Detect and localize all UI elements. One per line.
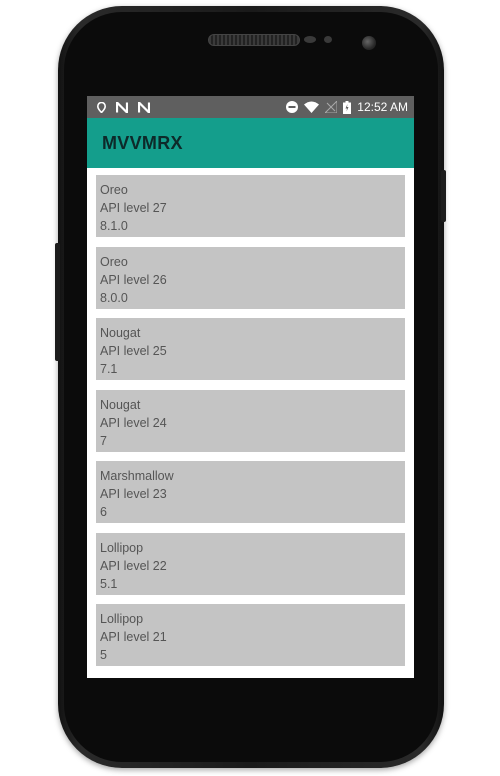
version-name: Nougat [100,326,141,340]
list-item[interactable]: Nougat API level 25 7.1 [96,318,405,380]
proximity-sensor [304,36,316,43]
version-number: 8.1.0 [100,219,128,233]
screen: 12:52 AM MVVMRX Oreo API level 27 8.1.0 … [87,96,414,678]
volume-button[interactable] [55,243,60,361]
light-sensor [324,36,332,43]
version-number: 5 [100,648,107,662]
api-level: API level 21 [100,630,167,644]
api-level: API level 23 [100,487,167,501]
version-number: 8.0.0 [100,290,128,305]
power-button[interactable] [441,170,446,222]
version-name: Oreo [100,183,128,197]
version-name: Nougat [100,397,141,412]
version-number: 6 [100,505,107,519]
status-time: 12:52 AM [357,100,408,114]
version-number: 7.1 [100,362,118,376]
version-number: 7 [100,433,107,448]
list-item[interactable]: Marshmallow API level 23 6 [96,461,405,523]
version-number: 5.1 [100,576,118,591]
no-signal-icon [325,101,338,113]
list-item[interactable]: Lollipop API level 22 5.1 [96,532,405,595]
location-icon [97,101,106,113]
list-item[interactable]: Oreo API level 26 8.0.0 [96,246,405,309]
earpiece-speaker [208,34,300,46]
front-camera [362,36,376,50]
app-title: MVVMRX [102,132,183,153]
version-name: Lollipop [100,540,144,555]
app-bar: MVVMRX [87,118,414,168]
list-item[interactable]: Lollipop API level 21 5 [96,604,405,666]
status-bar: 12:52 AM [87,96,414,118]
list-item[interactable]: Oreo API level 27 8.1.0 [96,175,405,237]
do-not-disturb-icon [286,101,299,113]
api-level: API level 22 [100,558,167,573]
version-list[interactable]: Oreo API level 27 8.1.0 Oreo API level 2… [87,168,414,666]
n-notification-icon [138,101,150,113]
api-level: API level 25 [100,344,167,358]
wifi-icon [304,101,320,113]
battery-icon [343,100,352,114]
api-level: API level 27 [100,201,167,215]
list-item[interactable]: Nougat API level 24 7 [96,389,405,452]
version-name: Lollipop [100,612,144,626]
api-level: API level 24 [100,415,167,430]
api-level: API level 26 [100,272,167,287]
n-notification-icon [116,101,128,113]
version-name: Oreo [100,254,128,269]
version-name: Marshmallow [100,469,174,483]
